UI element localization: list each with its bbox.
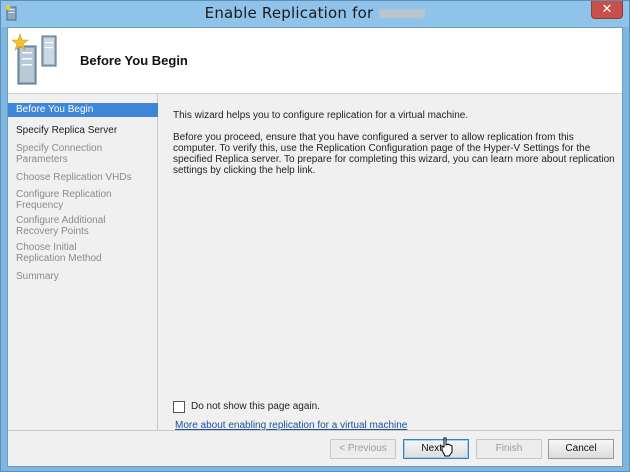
wizard-content: This wizard helps you to configure repli… [159, 94, 622, 431]
sidebar-item-specify-replica-server[interactable]: Specify Replica Server [8, 125, 158, 136]
redacted-vm-name [379, 9, 426, 18]
intro-text: This wizard helps you to configure repli… [173, 110, 469, 121]
mouse-cursor-icon [441, 437, 453, 457]
wizard-client-area: Before You Begin Before You Begin Specif… [7, 27, 623, 467]
wizard-footer: < Previous Next > Finish Cancel [8, 430, 622, 466]
window-title-text: Enable Replication for [204, 4, 374, 22]
sidebar-item-configure-replication-frequency: Configure Replication Frequency [16, 189, 112, 211]
description-text: Before you proceed, ensure that you have… [173, 132, 615, 176]
do-not-show-again-checkbox[interactable] [173, 401, 185, 413]
replication-server-icon [12, 33, 57, 85]
title-bar[interactable]: Enable Replication for ✕ [1, 1, 629, 27]
cancel-button[interactable]: Cancel [548, 439, 614, 459]
close-button[interactable]: ✕ [591, 1, 623, 19]
page-title: Before You Begin [80, 53, 188, 68]
sidebar-item-before-you-begin[interactable]: Before You Begin [8, 103, 158, 117]
sidebar-item-choose-initial-replication-method: Choose Initial Replication Method [16, 242, 102, 264]
sidebar-item-specify-connection-parameters: Specify Connection Parameters [16, 143, 103, 165]
do-not-show-again-label[interactable]: Do not show this page again. [191, 401, 320, 412]
next-button[interactable]: Next > [403, 439, 469, 459]
sidebar-item-choose-replication-vhds: Choose Replication VHDs [16, 172, 132, 183]
wizard-window: Enable Replication for ✕ Before You Begi… [0, 0, 630, 472]
previous-button[interactable]: < Previous [330, 439, 396, 459]
finish-button[interactable]: Finish [476, 439, 542, 459]
window-title: Enable Replication for [1, 4, 629, 22]
wizard-steps-sidebar: Before You Begin Specify Replica Server … [8, 94, 158, 430]
sidebar-item-summary: Summary [16, 271, 59, 282]
sidebar-item-configure-additional-recovery-points: Configure Additional Recovery Points [16, 215, 106, 237]
wizard-header: Before You Begin [8, 28, 622, 94]
